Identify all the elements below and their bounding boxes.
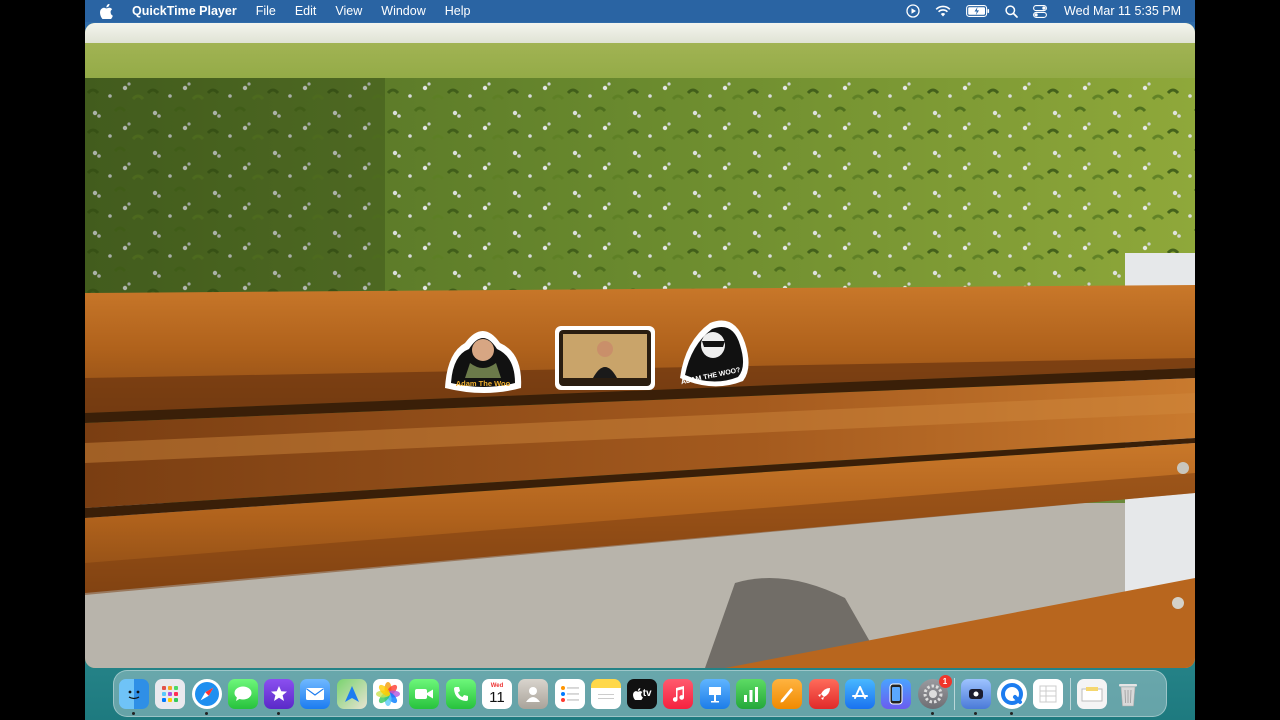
wifi-icon[interactable] [935, 5, 951, 17]
trash-icon[interactable] [1113, 679, 1143, 709]
contacts-icon[interactable] [518, 678, 549, 709]
battery-charging-icon[interactable] [966, 5, 990, 17]
phone-icon[interactable] [445, 678, 476, 709]
app-name-menu[interactable]: QuickTime Player [132, 4, 237, 18]
calendar-day-number: 11 [489, 689, 505, 706]
menu-edit[interactable]: Edit [295, 4, 317, 18]
maps-icon[interactable] [336, 678, 367, 709]
calendar-icon[interactable]: Wed 11 [481, 678, 512, 709]
letterbox-right [1195, 0, 1280, 720]
rocket-icon[interactable] [808, 678, 839, 709]
sticker-left-text: Adam The Woo [456, 379, 511, 388]
menu-window[interactable]: Window [381, 4, 425, 18]
facetime-icon[interactable] [409, 678, 440, 709]
app-store-icon[interactable] [844, 678, 875, 709]
video-frame: Adam The Woo ADAM THE WOO? [85, 23, 1195, 668]
apple-icon[interactable] [100, 3, 116, 19]
play-circle-icon[interactable] [906, 4, 920, 18]
apple-tv-label: tv [642, 688, 652, 699]
control-center-icon[interactable] [1033, 4, 1047, 18]
menubar-clock[interactable]: Wed Mar 11 5:35 PM [1064, 4, 1181, 18]
system-settings-icon[interactable]: 1 [917, 674, 952, 715]
notification-badge: 1 [938, 674, 952, 688]
letterbox-left [0, 0, 85, 720]
quicktime-icon[interactable] [997, 678, 1028, 715]
window-titlebar[interactable] [85, 23, 1195, 43]
launchpad-icon[interactable] [155, 678, 186, 709]
reminders-icon[interactable] [554, 678, 585, 709]
running-indicator [204, 711, 208, 715]
dock: Wed 11 tv 1 [113, 670, 1167, 717]
running-indicator [132, 711, 135, 715]
screen-recorder-icon[interactable] [960, 678, 991, 715]
menu-help[interactable]: Help [445, 4, 471, 18]
downloads-stack-icon[interactable] [1076, 678, 1107, 709]
finder-icon[interactable] [119, 678, 149, 715]
menu-bar: QuickTime Player File Edit View Window H… [85, 0, 1195, 22]
safari-icon[interactable] [191, 678, 222, 715]
imovie-icon[interactable] [264, 678, 295, 715]
keynote-icon[interactable] [699, 678, 730, 709]
document-icon[interactable] [1033, 678, 1064, 709]
iphone-mirroring-icon[interactable] [881, 678, 912, 709]
running-indicator [973, 711, 977, 715]
notes-icon[interactable] [590, 678, 621, 709]
running-indicator [930, 711, 934, 715]
numbers-icon[interactable] [736, 678, 767, 709]
mail-icon[interactable] [300, 678, 331, 709]
search-icon[interactable] [1005, 4, 1018, 18]
running-indicator [277, 711, 281, 715]
quicktime-window: Adam The Woo ADAM THE WOO? [85, 23, 1195, 668]
menu-file[interactable]: File [256, 4, 276, 18]
dock-separator [953, 677, 955, 710]
messages-icon[interactable] [227, 678, 258, 709]
sticker-middle [555, 326, 655, 390]
pages-icon[interactable] [772, 678, 803, 709]
menu-view[interactable]: View [335, 4, 362, 18]
running-indicator [1010, 711, 1014, 715]
apple-tv-icon[interactable]: tv [627, 678, 658, 709]
dock-separator [1069, 677, 1071, 710]
music-icon[interactable] [663, 678, 694, 709]
photos-icon[interactable] [373, 678, 404, 709]
